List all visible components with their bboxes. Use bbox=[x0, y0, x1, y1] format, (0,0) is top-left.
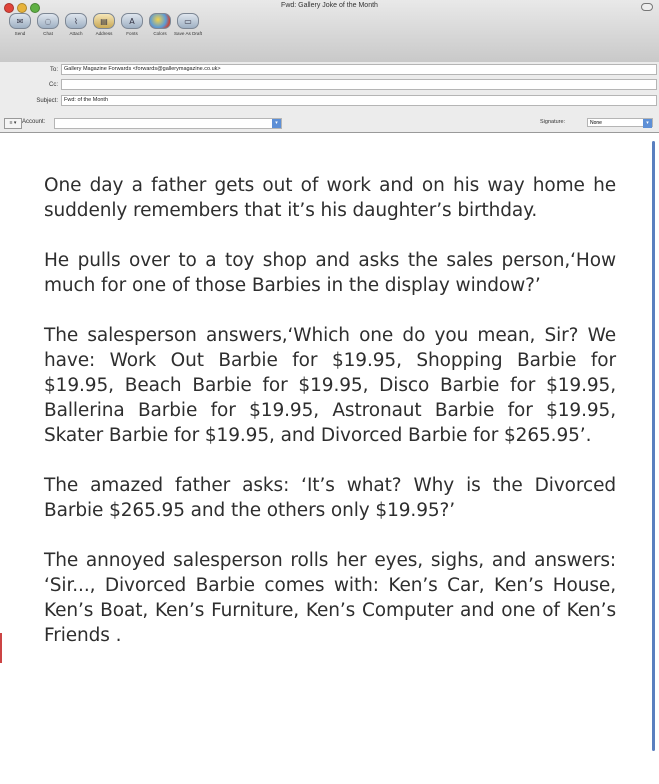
to-field[interactable]: Gallery Magazine Forwards <forwards@gall… bbox=[61, 64, 657, 75]
paragraph: The amazed father asks: ‘It’s what? Why … bbox=[44, 475, 616, 521]
toolbar: ✉ Send ◌ Chat ⌇ Attach ▤ Address A Fonts bbox=[6, 13, 202, 36]
cc-field[interactable] bbox=[61, 79, 657, 90]
chat-icon: ◌ bbox=[37, 13, 59, 29]
header-options-button[interactable]: ≡ ▾ bbox=[4, 118, 22, 129]
message-text[interactable]: One day a father gets out of work and on… bbox=[44, 173, 616, 648]
account-select[interactable]: ▾ bbox=[54, 118, 282, 129]
fonts-icon: A bbox=[121, 13, 143, 29]
address-label: Address bbox=[95, 31, 113, 36]
send-button[interactable]: ✉ Send bbox=[6, 13, 34, 36]
colors-label: Colors bbox=[153, 31, 167, 36]
chat-label: Chat bbox=[43, 31, 53, 36]
subject-row: Subject: Fwd: of the Month bbox=[0, 95, 657, 106]
chevron-down-icon: ▾ bbox=[272, 119, 281, 128]
window-edge-mark bbox=[0, 633, 2, 663]
chevron-down-icon: ▾ bbox=[643, 119, 652, 128]
paragraph: The salesperson answers,‘Which one do yo… bbox=[44, 325, 616, 446]
save-draft-label: Save As Draft bbox=[173, 31, 203, 36]
to-label: To: bbox=[49, 66, 58, 73]
cc-label: Cc: bbox=[49, 81, 58, 88]
signature-select[interactable]: None ▾ bbox=[587, 118, 653, 128]
save-draft-icon: ▭ bbox=[177, 13, 199, 29]
colors-icon bbox=[149, 13, 171, 29]
attach-button[interactable]: ⌇ Attach bbox=[62, 13, 90, 36]
message-header: To: Gallery Magazine Forwards <forwards@… bbox=[0, 62, 659, 133]
message-body[interactable]: One day a father gets out of work and on… bbox=[0, 133, 659, 784]
send-icon: ✉ bbox=[9, 13, 31, 29]
to-row: To: Gallery Magazine Forwards <forwards@… bbox=[0, 64, 657, 75]
paragraph: The annoyed salesperson rolls her eyes, … bbox=[44, 550, 616, 646]
subject-field[interactable]: Fwd: of the Month bbox=[61, 95, 657, 106]
attach-label: Attach bbox=[69, 31, 83, 36]
send-label: Send bbox=[14, 31, 26, 36]
address-book-icon: ▤ bbox=[93, 13, 115, 29]
window-title: Fwd: Gallery Joke of the Month bbox=[281, 2, 378, 9]
fonts-button[interactable]: A Fonts bbox=[118, 13, 146, 36]
toolbar-toggle-button[interactable] bbox=[641, 3, 653, 11]
cc-row: Cc: bbox=[0, 79, 657, 90]
chat-button[interactable]: ◌ Chat bbox=[34, 13, 62, 36]
account-label: Account: bbox=[22, 119, 46, 125]
fonts-label: Fonts bbox=[126, 31, 138, 36]
subject-label: Subject: bbox=[36, 97, 58, 104]
scrollbar[interactable] bbox=[652, 141, 655, 751]
signature-label: Signature: bbox=[540, 119, 566, 125]
signature-value: None bbox=[590, 120, 602, 126]
save-draft-button[interactable]: ▭ Save As Draft bbox=[174, 13, 202, 36]
window-chrome: Fwd: Gallery Joke of the Month ✉ Send ◌ … bbox=[0, 0, 659, 63]
colors-button[interactable]: Colors bbox=[146, 13, 174, 36]
paperclip-icon: ⌇ bbox=[65, 13, 87, 29]
paragraph: He pulls over to a toy shop and asks the… bbox=[44, 250, 616, 296]
address-button[interactable]: ▤ Address bbox=[90, 13, 118, 36]
paragraph: One day a father gets out of work and on… bbox=[44, 175, 616, 221]
mail-compose-window: Fwd: Gallery Joke of the Month ✉ Send ◌ … bbox=[0, 0, 659, 784]
